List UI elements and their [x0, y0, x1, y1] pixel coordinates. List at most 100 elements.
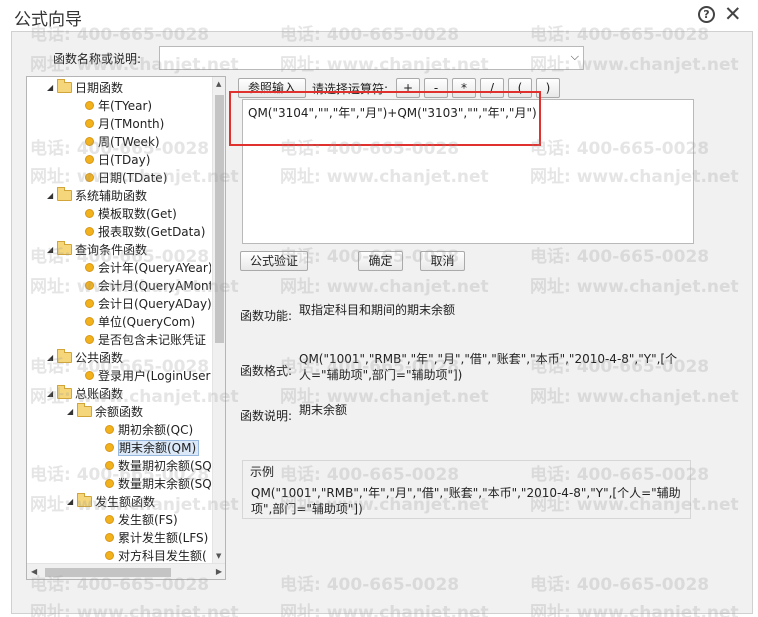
- function-format-label: 函数格式:: [240, 364, 293, 378]
- tree-item-tmonth[interactable]: 月(TMonth): [85, 115, 164, 133]
- scroll-up-icon[interactable]: ▲: [216, 80, 221, 88]
- ok-button[interactable]: 确定: [358, 251, 403, 271]
- tree-folder-system-aux[interactable]: ◢ 系统辅助函数: [47, 187, 147, 205]
- tree-label: 日期(TDate): [98, 171, 168, 185]
- tree-item-queryayear[interactable]: 会计年(QueryAYear): [85, 259, 211, 277]
- tree-item-queryamonth[interactable]: 会计月(QueryAMont: [85, 277, 211, 295]
- validate-formula-button[interactable]: 公式验证: [240, 251, 308, 271]
- function-purpose-label: 函数功能:: [240, 309, 293, 323]
- tree-label: 会计月(QueryAMont: [98, 279, 211, 293]
- tree-label: 对方科目发生额(: [118, 549, 207, 563]
- tree-label: 报表取数(GetData): [98, 225, 206, 239]
- folder-icon: [57, 385, 72, 399]
- tree-label: 期初余额(QC): [118, 423, 194, 437]
- tree-folder-amount[interactable]: ◢ 发生额函数: [67, 493, 155, 511]
- function-icon: [105, 479, 114, 488]
- tree-label: 数量期初余额(SQ: [118, 459, 211, 473]
- tree-label: 查询条件函数: [75, 243, 148, 257]
- tree-label: 发生额(FS): [118, 513, 178, 527]
- folder-icon: [57, 241, 72, 255]
- function-icon: [105, 443, 114, 452]
- collapse-arrow-icon[interactable]: ◢: [47, 349, 57, 367]
- close-icon[interactable]: ✕: [724, 3, 742, 25]
- tree-item-lfs[interactable]: 累计发生额(LFS): [105, 529, 208, 547]
- folder-icon: [77, 403, 92, 417]
- tree-label: 余额函数: [95, 405, 144, 419]
- function-icon: [105, 515, 114, 524]
- function-icon: [85, 299, 94, 308]
- tree-item-tyear[interactable]: 年(TYear): [85, 97, 152, 115]
- collapse-arrow-icon[interactable]: ◢: [47, 187, 57, 205]
- tree-item-fs[interactable]: 发生额(FS): [105, 511, 178, 529]
- folder-icon: [57, 79, 72, 93]
- scroll-down-icon[interactable]: ▼: [216, 552, 221, 560]
- cancel-button[interactable]: 取消: [420, 251, 465, 271]
- tree-label: 系统辅助函数: [75, 189, 148, 203]
- tree-label: 周(TWeek): [98, 135, 160, 149]
- scroll-right-icon[interactable]: ▶: [216, 567, 222, 576]
- collapse-arrow-icon[interactable]: ◢: [47, 385, 57, 403]
- function-icon: [85, 317, 94, 326]
- tree-vertical-scrollbar[interactable]: ▲ ▼: [212, 77, 225, 563]
- function-desc-label: 函数说明:: [240, 409, 293, 423]
- tree-item-qc[interactable]: 期初余额(QC): [105, 421, 193, 439]
- scroll-left-icon[interactable]: ◀: [31, 567, 37, 576]
- tree-label: 日(TDay): [98, 153, 151, 167]
- tree-item-tdate[interactable]: 日期(TDate): [85, 169, 167, 187]
- tree-item-querycom[interactable]: 单位(QueryCom): [85, 313, 195, 331]
- tree-item-tweek[interactable]: 周(TWeek): [85, 133, 160, 151]
- collapse-arrow-icon[interactable]: ◢: [47, 241, 57, 259]
- chevron-down-icon[interactable]: ⌵: [571, 50, 579, 64]
- function-icon: [85, 101, 94, 110]
- function-icon: [85, 155, 94, 164]
- tree-item-sqm[interactable]: 数量期末余额(SQ: [105, 475, 211, 493]
- scrollbar-thumb[interactable]: [45, 568, 171, 577]
- tree-label: 月(TMonth): [98, 117, 165, 131]
- tree-folder-date-functions[interactable]: ◢ 日期函数: [47, 79, 123, 97]
- tree-label: 模板取数(Get): [98, 207, 177, 221]
- tree-label: 公共函数: [75, 351, 124, 365]
- tree-item-tday[interactable]: 日(TDay): [85, 151, 150, 169]
- tree-item-loginuser[interactable]: 登录用户(LoginUser: [85, 367, 210, 385]
- collapse-arrow-icon[interactable]: ◢: [47, 79, 57, 97]
- function-icon: [105, 551, 114, 560]
- help-icon[interactable]: ?: [698, 6, 715, 23]
- tree-label: 会计年(QueryAYear): [98, 261, 211, 275]
- tree-item-getdata[interactable]: 报表取数(GetData): [85, 223, 205, 241]
- function-desc-value: 期末余额: [299, 403, 348, 417]
- tree-item-sqc[interactable]: 数量期初余额(SQ: [105, 457, 211, 475]
- tree-folder-balance[interactable]: ◢ 余额函数: [67, 403, 143, 421]
- function-icon: [85, 137, 94, 146]
- function-search-select[interactable]: ⌵: [159, 46, 584, 70]
- function-icon: [105, 461, 114, 470]
- tree-label: 会计日(QueryADay): [98, 297, 211, 311]
- tree-label: 发生额函数: [95, 495, 156, 509]
- function-purpose-value: 取指定科目和期间的期末余额: [299, 303, 456, 317]
- tree-folder-query[interactable]: ◢ 查询条件函数: [47, 241, 147, 259]
- tree-folder-ledger[interactable]: ◢ 总账函数: [47, 385, 123, 403]
- example-title: 示例: [250, 465, 275, 479]
- function-icon: [85, 209, 94, 218]
- collapse-arrow-icon[interactable]: ◢: [67, 493, 77, 511]
- tree-horizontal-scrollbar[interactable]: ◀ ▶: [27, 563, 225, 579]
- tree-label: 总账函数: [75, 387, 124, 401]
- tree-item-unposted[interactable]: 是否包含未记账凭证: [85, 331, 206, 349]
- function-icon: [105, 425, 114, 434]
- tree-folder-common[interactable]: ◢ 公共函数: [47, 349, 123, 367]
- tree-item-dffs[interactable]: 对方科目发生额(: [105, 547, 207, 563]
- tree-item-get[interactable]: 模板取数(Get): [85, 205, 177, 223]
- highlight-annotation: [229, 91, 541, 146]
- function-icon: [85, 119, 94, 128]
- tree-item-qm[interactable]: 期末余额(QM): [105, 439, 200, 457]
- collapse-arrow-icon[interactable]: ◢: [67, 403, 77, 421]
- function-icon: [105, 533, 114, 542]
- tree-content: ◢ 日期函数 年(TYear) 月(TMonth) 周(TWeek) 日(TDay…: [27, 77, 211, 563]
- folder-icon: [57, 187, 72, 201]
- tree-item-queryaday[interactable]: 会计日(QueryADay): [85, 295, 211, 313]
- function-icon: [85, 227, 94, 236]
- tree-label: 年(TYear): [98, 99, 153, 113]
- tree-label: 日期函数: [75, 81, 124, 95]
- scrollbar-thumb[interactable]: [215, 95, 224, 343]
- folder-icon: [57, 349, 72, 363]
- example-text: QM("1001","RMB","年","月","借","账套","本币","2…: [251, 486, 681, 516]
